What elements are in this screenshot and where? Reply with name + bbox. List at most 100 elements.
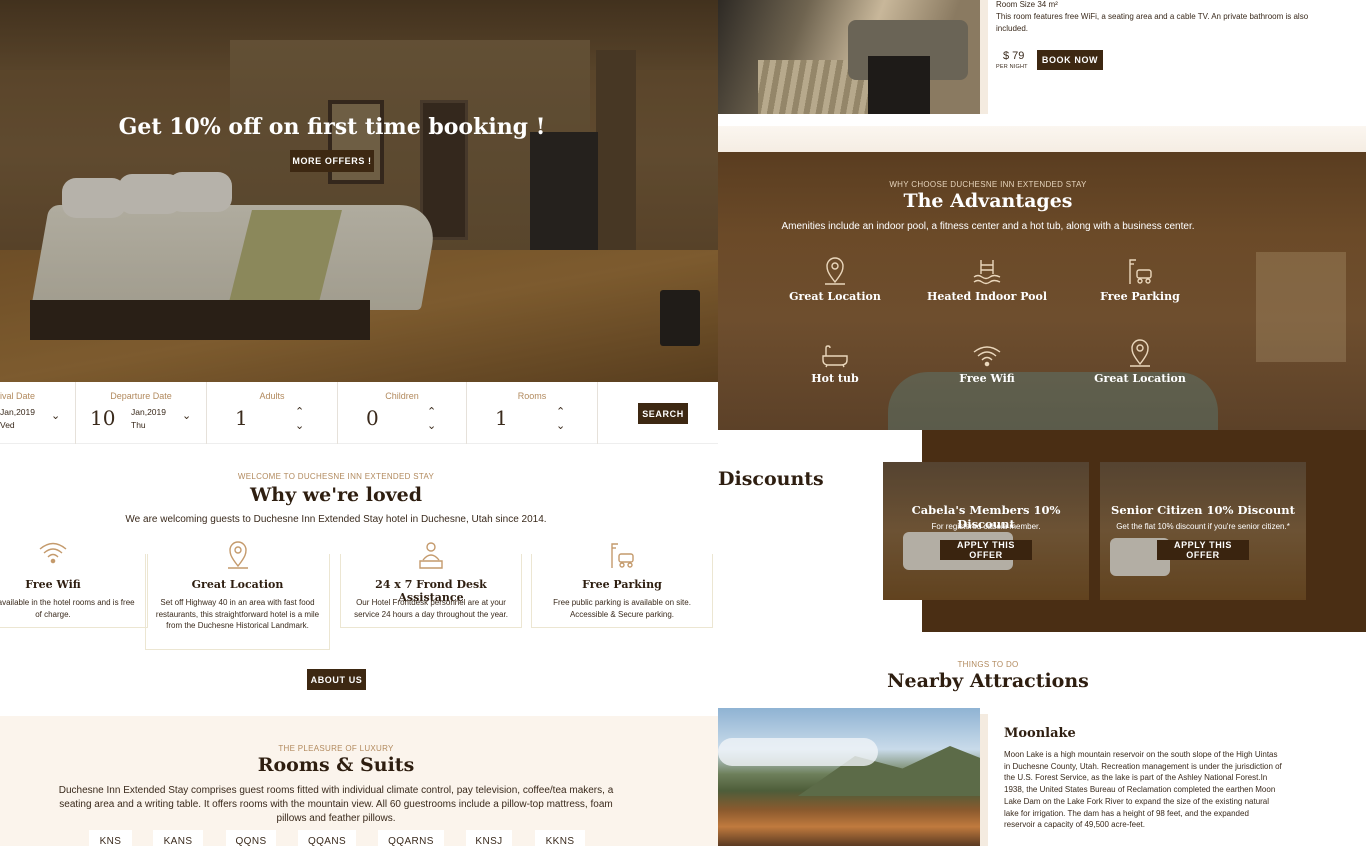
section-kicker: THE PLEASURE OF LUXURY — [278, 744, 394, 753]
amenity-label: Great Location — [1094, 372, 1186, 385]
nearby-attractions-section: THINGS TO DO Nearby Attractions Moonlake… — [718, 632, 1366, 846]
section-title: Nearby Attractions — [887, 670, 1089, 692]
room-info: This room features free WiFi, a seating … — [996, 12, 1309, 33]
section-kicker: WELCOME TO DUCHESNE INN EXTENDED STAY — [237, 472, 435, 481]
amenity-label: Hot tub — [811, 372, 859, 385]
feature-text: Our Hotel Frontdesk personnel are at you… — [354, 598, 508, 619]
arrival-weekday: Ved — [0, 420, 15, 430]
rooms-value: 1 — [495, 406, 508, 430]
feature-card: Free Wifi WiFi is available in the hotel… — [0, 542, 148, 628]
room-tab-kkns[interactable]: KKNS — [535, 830, 585, 846]
children-label: Children — [385, 391, 419, 401]
departure-weekday: Thu — [131, 420, 146, 430]
discount-card: Cabela's Members 10% Discount For regist… — [883, 462, 1089, 600]
chevron-down-icon[interactable]: ⌄ — [182, 409, 191, 422]
amenity-item: Heated Indoor Pool — [912, 254, 1062, 303]
wifi-icon — [0, 540, 147, 570]
children-value: 0 — [366, 406, 379, 430]
section-title: Why we're loved — [249, 484, 423, 506]
chevron-up-icon[interactable]: ⌃ — [427, 405, 436, 418]
parking-icon — [1065, 254, 1215, 286]
search-button[interactable]: SEARCH — [638, 403, 688, 424]
rooms-label: Rooms — [517, 391, 547, 401]
departure-month-year: Jan,2019 — [131, 407, 166, 417]
homepage-left-screen: Get 10% off on first time booking ! MORE… — [0, 0, 718, 846]
advantages-section: WHY CHOOSE DUCHESNE INN EXTENDED STAY Th… — [718, 152, 1366, 430]
discount-card: Senior Citizen 10% Discount Get the flat… — [1100, 462, 1306, 600]
arrival-month-year: Jan,2019 — [0, 407, 35, 417]
why-loved-section: WELCOME TO DUCHESNE INN EXTENDED STAY Wh… — [0, 444, 718, 716]
section-divider — [718, 126, 1366, 152]
location-pin-icon — [760, 254, 910, 286]
amenity-label: Heated Indoor Pool — [926, 290, 1048, 303]
chevron-up-icon[interactable]: ⌃ — [295, 405, 304, 418]
departure-date-picker[interactable]: Departure Date 10 Jan,2019 Thu ⌄ — [76, 382, 207, 444]
arrival-date-label: ival Date — [0, 391, 36, 401]
chevron-down-icon[interactable]: ⌄ — [51, 409, 60, 422]
feature-title: Free Parking — [582, 578, 662, 591]
book-now-button[interactable]: BOOK NOW — [1037, 50, 1103, 70]
feature-card: 24 x 7 Frond Desk Assistance Our Hotel F… — [340, 542, 522, 628]
room-tab-kns[interactable]: KNS — [89, 830, 132, 846]
pool-icon — [912, 254, 1062, 286]
room-tab-qqarns[interactable]: QQARNS — [378, 830, 444, 846]
amenity-item: Free Wifi — [912, 336, 1062, 385]
window-photo — [1256, 252, 1346, 362]
adults-value: 1 — [235, 406, 248, 430]
apply-offer-button[interactable]: APPLY THIS OFFER — [1157, 540, 1249, 560]
section-title: The Advantages — [903, 190, 1073, 212]
attraction-name: Moonlake — [1004, 726, 1076, 741]
adults-label: Adults — [259, 391, 285, 401]
adults-stepper[interactable]: Adults 1 ⌃ ⌄ — [207, 382, 338, 444]
homepage-right-screen: Room Size 34 m² This room features free … — [718, 0, 1366, 846]
room-tab-qqans[interactable]: QQANS — [298, 830, 356, 846]
chevron-down-icon[interactable]: ⌄ — [556, 419, 565, 432]
room-card: Room Size 34 m² This room features free … — [718, 0, 1366, 152]
amenity-label: Great Location — [789, 290, 881, 303]
attraction-description: Moon Lake is a high mountain reservoir o… — [1004, 750, 1282, 830]
apply-offer-button[interactable]: APPLY THIS OFFER — [940, 540, 1032, 560]
room-tab-kans[interactable]: KANS — [153, 830, 203, 846]
section-description: Duchesne Inn Extended Stay comprises gue… — [58, 785, 614, 824]
feature-title: Great Location — [191, 578, 284, 591]
chevron-up-icon[interactable]: ⌃ — [556, 405, 565, 418]
amenity-item: Great Location — [1065, 336, 1215, 385]
rooms-stepper[interactable]: Rooms 1 ⌃ ⌄ — [467, 382, 598, 444]
bathtub-icon — [760, 336, 910, 368]
arrival-date-picker[interactable]: ival Date Jan,2019 Ved ⌄ — [0, 382, 76, 444]
discount-title: Senior Citizen 10% Discount — [1111, 503, 1295, 517]
section-kicker: WHY CHOOSE DUCHESNE INN EXTENDED STAY — [889, 180, 1087, 189]
room-tab-qqns[interactable]: QQNS — [226, 830, 276, 846]
discounts-section: Discounts Cabela's Members 10% Discount … — [718, 430, 1366, 632]
chevron-down-icon[interactable]: ⌄ — [295, 419, 304, 432]
location-pin-icon — [146, 540, 329, 570]
room-size: Room Size 34 m² — [996, 0, 1058, 9]
feature-card: Great Location Set off Highway 40 in an … — [145, 541, 330, 650]
hero-overlay — [0, 0, 718, 382]
more-offers-button[interactable]: MORE OFFERS ! — [290, 150, 374, 172]
section-title: Discounts — [718, 468, 824, 490]
booking-bar: ival Date Jan,2019 Ved ⌄ Departure Date … — [0, 382, 718, 444]
amenity-item: Great Location — [760, 254, 910, 303]
moonlake-photo — [718, 708, 980, 846]
departure-date-label: Departure Date — [110, 391, 172, 401]
location-pin-icon — [1065, 336, 1215, 368]
wifi-icon — [912, 336, 1062, 368]
departure-day: 10 — [90, 406, 116, 430]
room-tab-knsj[interactable]: KNSJ — [466, 830, 512, 846]
amenity-label: Free Parking — [1100, 290, 1180, 303]
feature-text: Free public parking is available on site… — [553, 598, 691, 619]
children-stepper[interactable]: Children 0 ⌃ ⌄ — [338, 382, 467, 444]
discount-text: For registered cabela member. — [931, 522, 1041, 531]
feature-text: Set off Highway 40 in an area with fast … — [155, 598, 320, 630]
hero-banner: Get 10% off on first time booking ! MORE… — [0, 0, 718, 382]
concierge-icon — [341, 540, 521, 570]
chevron-down-icon[interactable]: ⌄ — [427, 419, 436, 432]
per-night-label: PER NIGHT — [996, 64, 1028, 70]
rooms-suits-section: THE PLEASURE OF LUXURY Rooms & Suits Duc… — [0, 716, 718, 846]
parking-icon — [532, 540, 712, 570]
about-us-button[interactable]: ABOUT US — [307, 669, 366, 690]
feature-title: Free Wifi — [25, 578, 81, 591]
feature-card: Free Parking Free public parking is avai… — [531, 543, 713, 628]
amenity-label: Free Wifi — [959, 372, 1015, 385]
